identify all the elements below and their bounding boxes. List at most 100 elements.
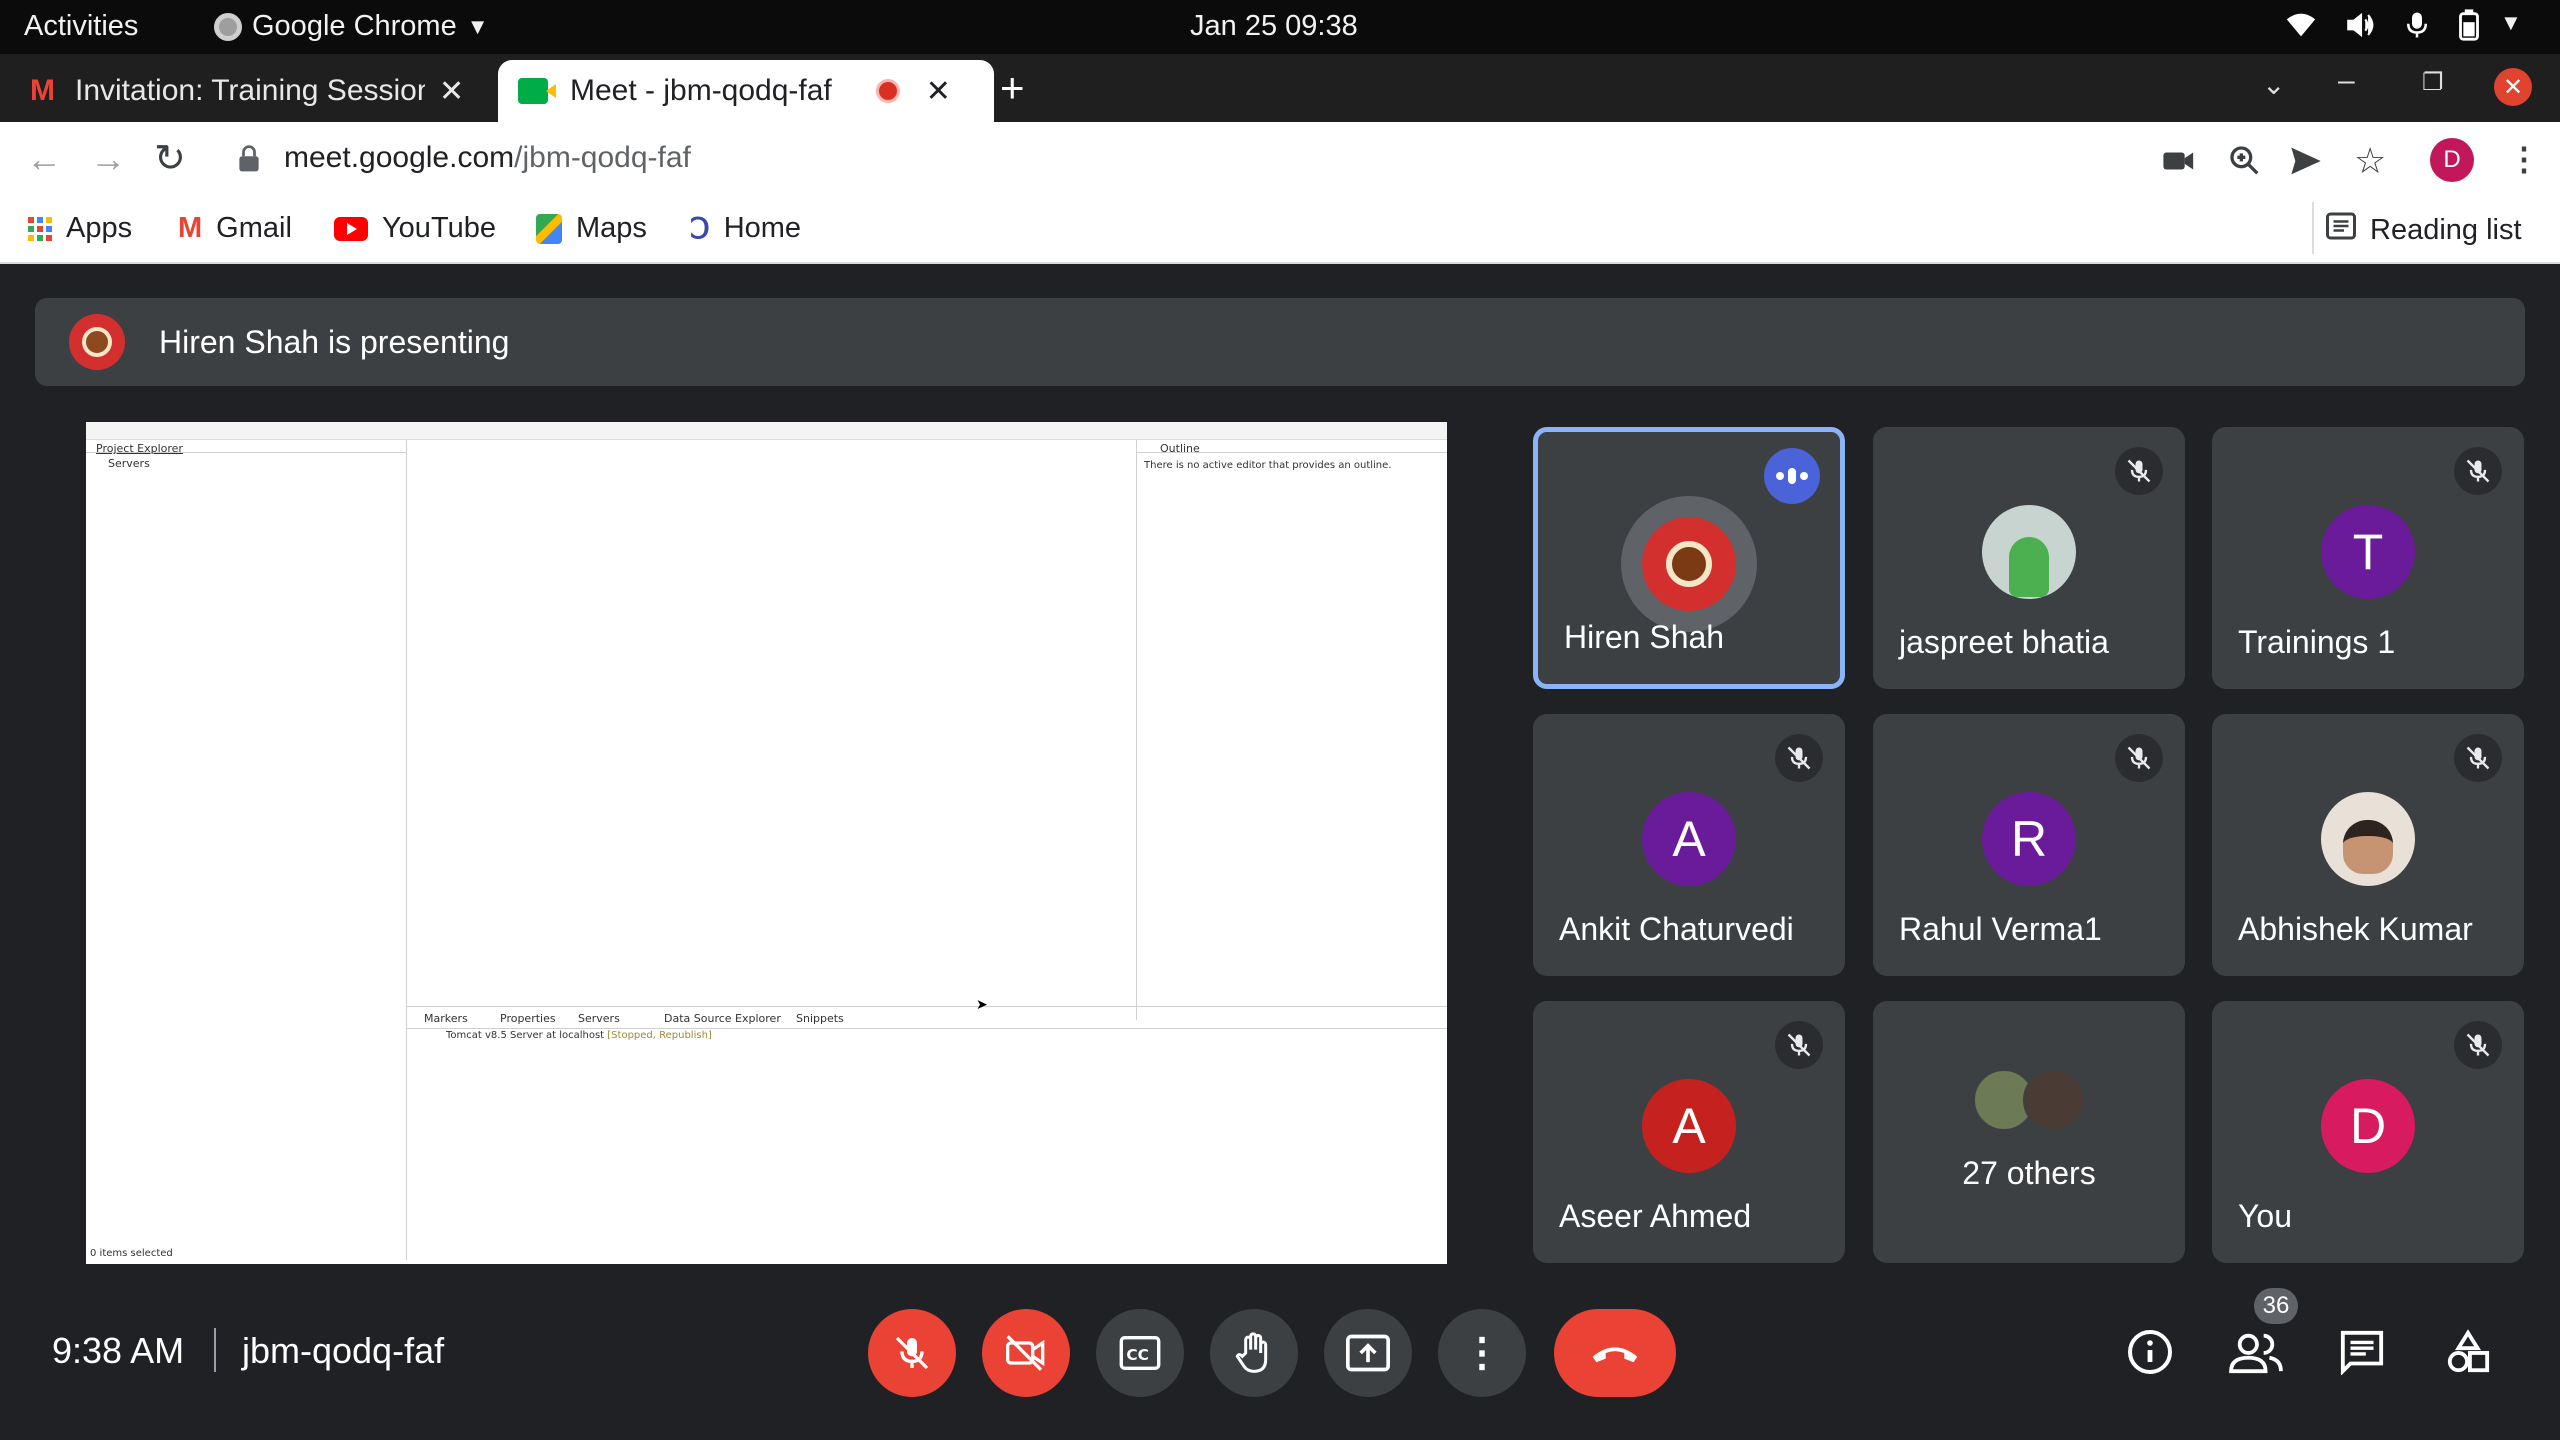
- activities-shapes-icon[interactable]: [2438, 1322, 2498, 1382]
- system-top-bar: Activities Google Chrome ▼ Jan 25 09:38 …: [0, 0, 2560, 54]
- forward-button[interactable]: →: [90, 138, 126, 180]
- profile-avatar[interactable]: D: [2430, 138, 2474, 182]
- chrome-menu-icon[interactable]: ⋮: [2508, 140, 2540, 178]
- markers-tab: Markers: [424, 1012, 468, 1025]
- leave-call-button[interactable]: [1554, 1309, 1676, 1397]
- zoom-icon[interactable]: [2228, 144, 2260, 181]
- mic-off-icon: [2454, 1021, 2502, 1069]
- participant-tile[interactable]: jaspreet bhatia: [1873, 427, 2185, 689]
- servers-tab: Servers: [578, 1012, 620, 1025]
- others-tile[interactable]: 27 others: [1873, 1001, 2185, 1263]
- close-icon[interactable]: ✕: [439, 74, 464, 109]
- restore-button[interactable]: ❐: [2422, 68, 2444, 97]
- participant-avatar: [1982, 505, 2076, 599]
- bookmark-youtube[interactable]: YouTube: [334, 212, 496, 245]
- bookmarks-divider: [2312, 202, 2314, 254]
- url-text[interactable]: meet.google.com/jbm-qodq-faf: [284, 141, 691, 175]
- participant-avatar: [2321, 792, 2415, 886]
- participant-tile-self[interactable]: D You: [2212, 1001, 2524, 1263]
- lock-icon[interactable]: [238, 145, 260, 178]
- maps-icon: [536, 213, 562, 244]
- url-domain: meet.google.com: [284, 141, 515, 174]
- tab-meet[interactable]: Meet - jbm-qodq-faf ✕: [498, 60, 994, 122]
- camera-in-use-icon[interactable]: [2162, 146, 2196, 181]
- minimize-button[interactable]: –: [2338, 64, 2355, 98]
- presenting-banner: Hiren Shah is presenting: [35, 298, 2525, 386]
- participant-tile[interactable]: Hiren Shah: [1533, 427, 1845, 689]
- meeting-time: 9:38 AM: [52, 1330, 185, 1371]
- snippets-tab: Snippets: [796, 1012, 844, 1025]
- bookmarks-bar: Apps M Gmail YouTube Maps Ↄ Home Reading…: [0, 198, 2560, 264]
- youtube-icon: [334, 216, 368, 241]
- mouse-cursor-icon: ➤: [976, 996, 988, 1012]
- participant-tile[interactable]: A Aseer Ahmed: [1533, 1001, 1845, 1263]
- participant-tile[interactable]: T Trainings 1: [2212, 427, 2524, 689]
- microphone-toggle-button[interactable]: [868, 1309, 956, 1397]
- back-button[interactable]: ←: [26, 138, 62, 180]
- mic-off-icon: [2454, 734, 2502, 782]
- data-source-explorer-tab: Data Source Explorer: [664, 1012, 781, 1025]
- svg-text:CC: CC: [1126, 1346, 1148, 1364]
- tab-gmail-invitation[interactable]: M Invitation: Training Session ✕: [30, 60, 490, 122]
- chevron-down-icon: ▼: [466, 13, 489, 39]
- more-options-button[interactable]: ⋮: [1438, 1309, 1526, 1397]
- camera-toggle-button[interactable]: [982, 1309, 1070, 1397]
- address-bar[interactable]: meet.google.com/jbm-qodq-faf: [220, 131, 2160, 189]
- bookmark-gmail[interactable]: M Gmail: [178, 212, 292, 245]
- close-window-button[interactable]: ✕: [2494, 68, 2532, 106]
- meeting-code: jbm-qodq-faf: [242, 1330, 445, 1371]
- participant-avatar: R: [1982, 792, 2076, 886]
- participant-tile[interactable]: R Rahul Verma1: [1873, 714, 2185, 976]
- captions-button[interactable]: CC: [1096, 1309, 1184, 1397]
- participant-avatar: D: [2321, 1079, 2415, 1173]
- gmail-icon: M: [178, 212, 203, 244]
- participant-name: Ankit Chaturvedi: [1559, 911, 1794, 947]
- shared-screen[interactable]: Project Explorer Servers Outline There i…: [86, 422, 1447, 1264]
- outline-tab: Outline: [1160, 442, 1200, 455]
- chrome-icon: [214, 12, 242, 41]
- server-entry: Tomcat v8.5 Server at localhost [Stopped…: [446, 1030, 712, 1041]
- bookmark-home[interactable]: Ↄ Home: [690, 212, 801, 245]
- participant-name: jaspreet bhatia: [1899, 624, 2109, 660]
- meet-icon: [518, 78, 556, 104]
- volume-icon[interactable]: [2344, 8, 2378, 50]
- system-menu-chevron-icon[interactable]: ▼: [2500, 10, 2522, 36]
- raise-hand-button[interactable]: [1210, 1309, 1298, 1397]
- participant-name: Aseer Ahmed: [1559, 1198, 1752, 1234]
- wifi-icon[interactable]: [2284, 8, 2318, 50]
- others-count-label: 27 others: [1962, 1155, 2096, 1191]
- participant-name: Hiren Shah: [1564, 619, 1725, 655]
- project-explorer-tab: Project Explorer: [96, 442, 183, 455]
- present-now-button[interactable]: [1324, 1309, 1412, 1397]
- properties-tab: Properties: [500, 1012, 556, 1025]
- presenting-text: Hiren Shah is presenting: [159, 324, 510, 360]
- chat-icon[interactable]: [2332, 1322, 2392, 1382]
- microphone-icon[interactable]: [2402, 8, 2432, 50]
- people-icon[interactable]: [2226, 1322, 2286, 1382]
- tab-search-chevron-icon[interactable]: ⌄: [2262, 68, 2285, 101]
- reload-button[interactable]: ↻: [154, 136, 186, 181]
- gmail-icon: M: [30, 74, 55, 107]
- reading-list-button[interactable]: Reading list: [2326, 212, 2522, 248]
- meeting-details-icon[interactable]: [2120, 1322, 2180, 1382]
- app-menu[interactable]: Google Chrome ▼: [214, 10, 489, 43]
- battery-icon[interactable]: [2456, 8, 2482, 50]
- system-clock[interactable]: Jan 25 09:38: [1190, 10, 1358, 43]
- bookmark-star-icon[interactable]: ☆: [2354, 140, 2386, 182]
- recording-icon: [875, 79, 900, 103]
- participant-name: Abhishek Kumar: [2238, 911, 2473, 947]
- mic-off-icon: [2454, 447, 2502, 495]
- new-tab-button[interactable]: +: [1000, 64, 1025, 112]
- close-icon[interactable]: ✕: [926, 74, 951, 109]
- mic-off-icon: [2115, 447, 2163, 495]
- send-tab-icon[interactable]: [2290, 146, 2322, 181]
- ide-status-bar: 0 items selected: [90, 1248, 173, 1259]
- activities-button[interactable]: Activities: [24, 10, 138, 43]
- participant-tile[interactable]: A Ankit Chaturvedi: [1533, 714, 1845, 976]
- tab-label: Invitation: Training Session: [75, 74, 425, 107]
- participant-tile[interactable]: Abhishek Kumar: [2212, 714, 2524, 976]
- apps-grid-icon: [28, 216, 52, 241]
- outline-message: There is no active editor that provides …: [1144, 460, 1392, 471]
- bookmark-apps[interactable]: Apps: [28, 212, 132, 245]
- bookmark-maps[interactable]: Maps: [536, 212, 647, 245]
